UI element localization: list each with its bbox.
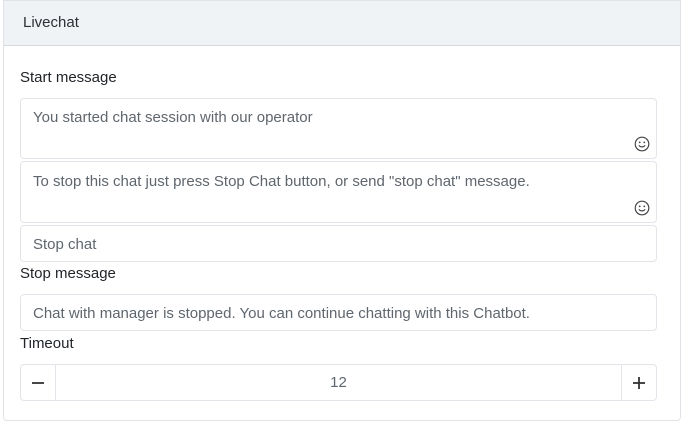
start-message-textarea[interactable]: You started chat session with our operat… [20,98,657,159]
smiley-icon[interactable] [634,200,650,216]
start-message-text: You started chat session with our operat… [33,109,313,126]
decrement-button[interactable] [21,365,56,400]
timeout-value-input[interactable]: 12 [56,365,621,400]
increment-button[interactable] [621,365,656,400]
stop-message-label: Stop message [20,265,116,282]
minus-icon [32,381,44,384]
stop-instruction-textarea[interactable]: To stop this chat just press Stop Chat b… [20,161,657,223]
stop-message-input[interactable]: Chat with manager is stopped. You can co… [20,294,657,331]
timeout-stepper: 12 [20,364,657,401]
stop-keyword-input[interactable]: Stop chat [20,225,657,262]
card-title: Livechat [23,14,79,31]
timeout-label: Timeout [20,335,74,352]
stop-message-text: Chat with manager is stopped. You can co… [33,305,530,322]
plus-icon [633,376,645,389]
card-header: Livechat [4,1,680,46]
stop-instruction-text: To stop this chat just press Stop Chat b… [33,173,530,190]
stop-keyword-text: Stop chat [33,236,97,253]
smiley-icon[interactable] [634,136,650,152]
start-message-label: Start message [20,69,117,86]
